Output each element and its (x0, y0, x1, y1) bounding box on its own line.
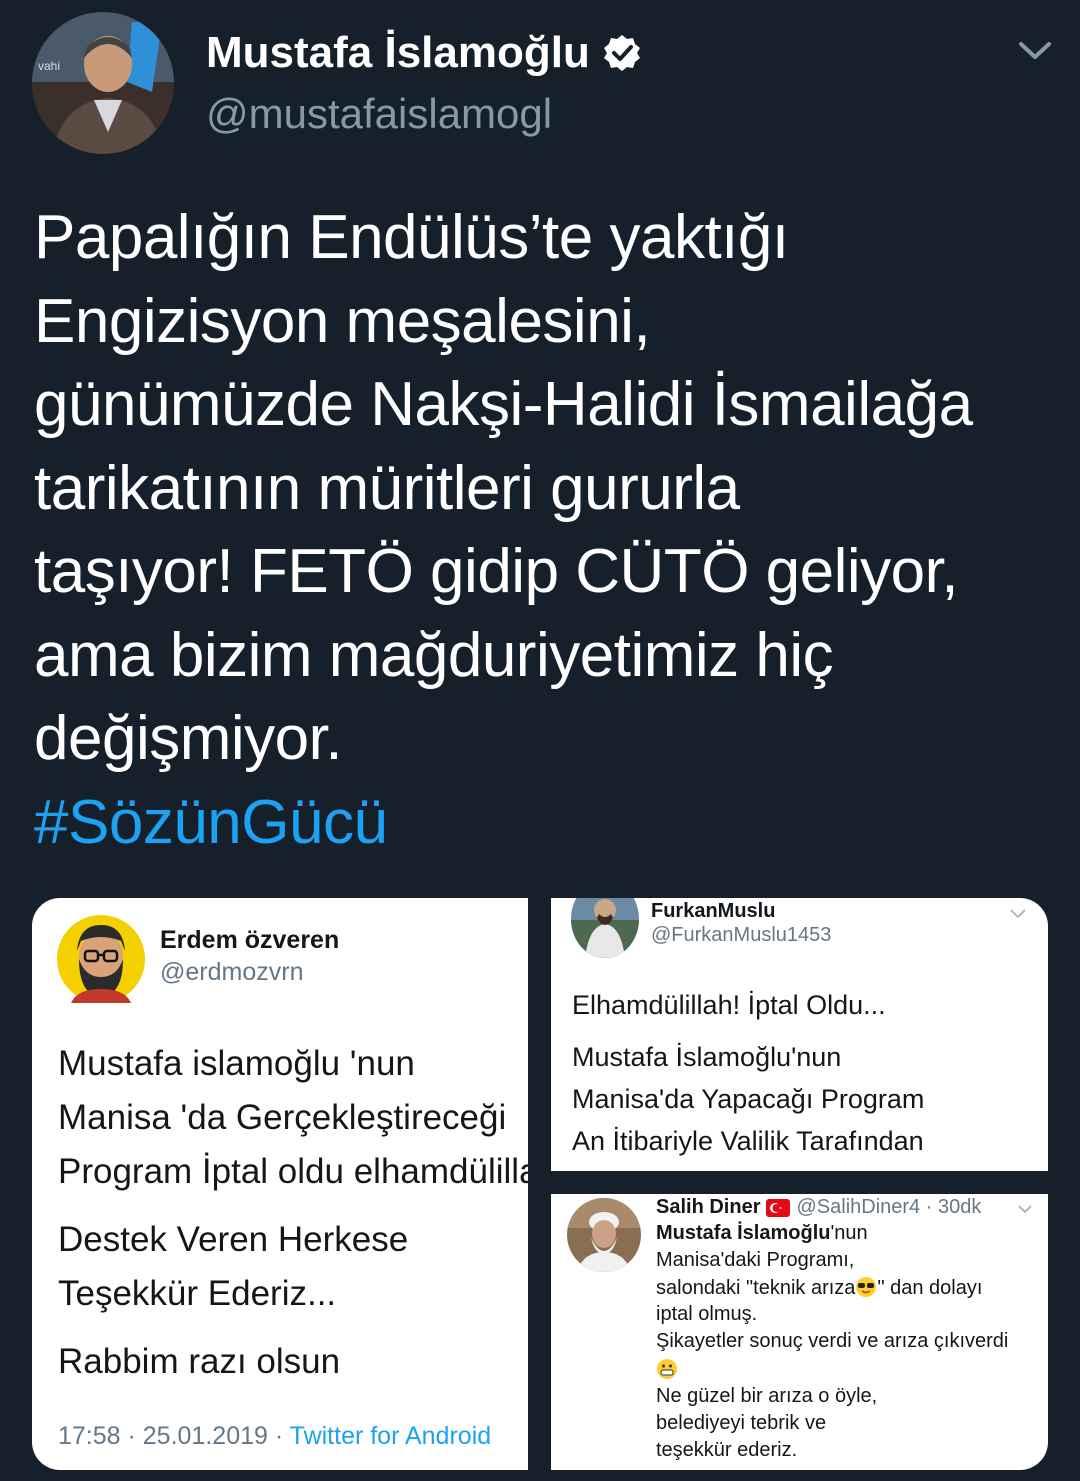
media-grid[interactable]: Erdem özveren @erdmozvrn Mustafa islamoğ… (32, 898, 1048, 1470)
embedded-author-name: FurkanMuslu (651, 900, 776, 922)
embedded-author-name: Salih Diner (656, 1196, 761, 1218)
embedded-text-line: Manisa 'da Gerçekleştireceği (58, 1098, 507, 1137)
tweet-text-line: Papalığın Endülüs’te yaktığı (34, 203, 789, 272)
tweet-text-line: taşıyor! FETÖ gidip CÜTÖ geliyor, (34, 537, 959, 606)
embedded-text-line: Program İptal oldu elhamdülillah (58, 1152, 528, 1191)
tweet-text-line: Engizisyon meşalesini, (34, 286, 651, 356)
text-fragment: 'nun (830, 1222, 868, 1244)
embedded-text-line: Teşekkür Ederiz... (58, 1274, 337, 1313)
author-handle[interactable]: @mustafaislamogl (206, 90, 552, 138)
cool-face-emoji-icon (856, 1277, 877, 1297)
media-image-top-right[interactable]: FurkanMuslu @FurkanMuslu1453 Elhamdülill… (551, 898, 1048, 1171)
embedded-text-line: Rabbim razı olsun (58, 1342, 341, 1381)
furkan-avatar (571, 898, 639, 958)
embedded-text-line: Manisa'da Yapacağı Program (572, 1084, 925, 1114)
embedded-tweet-source: Twitter for Android (289, 1422, 492, 1450)
embedded-text-line: Elhamdülillah! İptal Oldu... (572, 990, 886, 1020)
embedded-author-handle: @FurkanMuslu1453 (651, 924, 832, 946)
embedded-text-line: belediyeyi tebrik ve (656, 1412, 827, 1434)
svg-text:vahi: vahi (38, 59, 60, 73)
embedded-text-line (656, 1358, 678, 1382)
tweet-text-line: ama bizim mağduriyetimiz hiç (34, 620, 834, 690)
text-fragment: " dan dolayı (877, 1277, 983, 1299)
salih-avatar (567, 1198, 641, 1272)
embedded-tweet-header: Salih Diner @SalihDiner4 · 30dk (656, 1196, 981, 1219)
embedded-text-line: Mustafa İslamoğlu'nun (656, 1222, 868, 1245)
embedded-author-handle-time: @SalihDiner4 · 30dk (796, 1196, 982, 1218)
grin-emoji-icon (657, 1359, 677, 1379)
bearded-man-avatar-icon (57, 915, 145, 1003)
tweet-text-line: değişmiyor. (34, 704, 343, 773)
embedded-tweet-time: 17:58 · 25.01.2019 · (58, 1422, 290, 1450)
embedded-text-line: iptal olmuş. (656, 1303, 758, 1325)
embedded-text-line: Manisa'daki Programı, (656, 1249, 855, 1271)
verified-badge-icon (603, 35, 640, 71)
embedded-text-line: salondaki "teknik arıza " dan dolayı (656, 1276, 982, 1300)
author-avatar[interactable]: vahi (32, 12, 174, 154)
embedded-author-name: Erdem özveren (160, 926, 340, 954)
embedded-text-line: teşekkür ederiz. (656, 1439, 798, 1461)
media-image-bottom-right[interactable]: Salih Diner @SalihDiner4 · 30dk Mustafa … (551, 1194, 1048, 1470)
author-name[interactable]: Mustafa İslamoğlu (206, 28, 642, 78)
chevron-down-icon (1018, 1205, 1032, 1214)
tweet-text-line: tarikatının müritleri gururla (34, 453, 740, 523)
chevron-down-icon (1010, 909, 1026, 919)
embedded-text-line: Destek Veren Herkese (58, 1220, 409, 1259)
text-fragment: salondaki "teknik arıza (656, 1277, 856, 1299)
embedded-text-line: Mustafa İslamoğlu'nun (572, 1042, 842, 1072)
turkey-flag-icon (766, 1198, 791, 1217)
embedded-text-line: Mustafa islamoğlu 'nun (58, 1044, 415, 1083)
media-image-left[interactable]: Erdem özveren @erdmozvrn Mustafa islamoğ… (32, 898, 528, 1470)
embedded-text-line: Şikayetler sonuç verdi ve arıza çıkıverd… (656, 1330, 1009, 1352)
embedded-tweet-meta: 17:58 · 25.01.2019 · Twitter for Android (58, 1422, 491, 1451)
author-name-text[interactable]: Mustafa İslamoğlu (206, 28, 590, 78)
embedded-author-handle: @erdmozvrn (160, 958, 304, 986)
mentioned-name: Mustafa İslamoğlu (656, 1222, 831, 1244)
tweet-text-line: günümüzde Nakşi-Halidi İsmailağa (34, 370, 973, 439)
embedded-text-line: An İtibariyle Valilik Tarafından (572, 1126, 924, 1156)
tweet-text: Papalığın Endülüs’te yaktığı Engizisyon … (34, 196, 1064, 864)
chevron-down-icon[interactable] (1016, 36, 1054, 64)
hashtag-link[interactable]: #SözünGücü (34, 781, 1064, 865)
embedded-text-line: Ne güzel bir arıza o öyle, (656, 1385, 878, 1407)
